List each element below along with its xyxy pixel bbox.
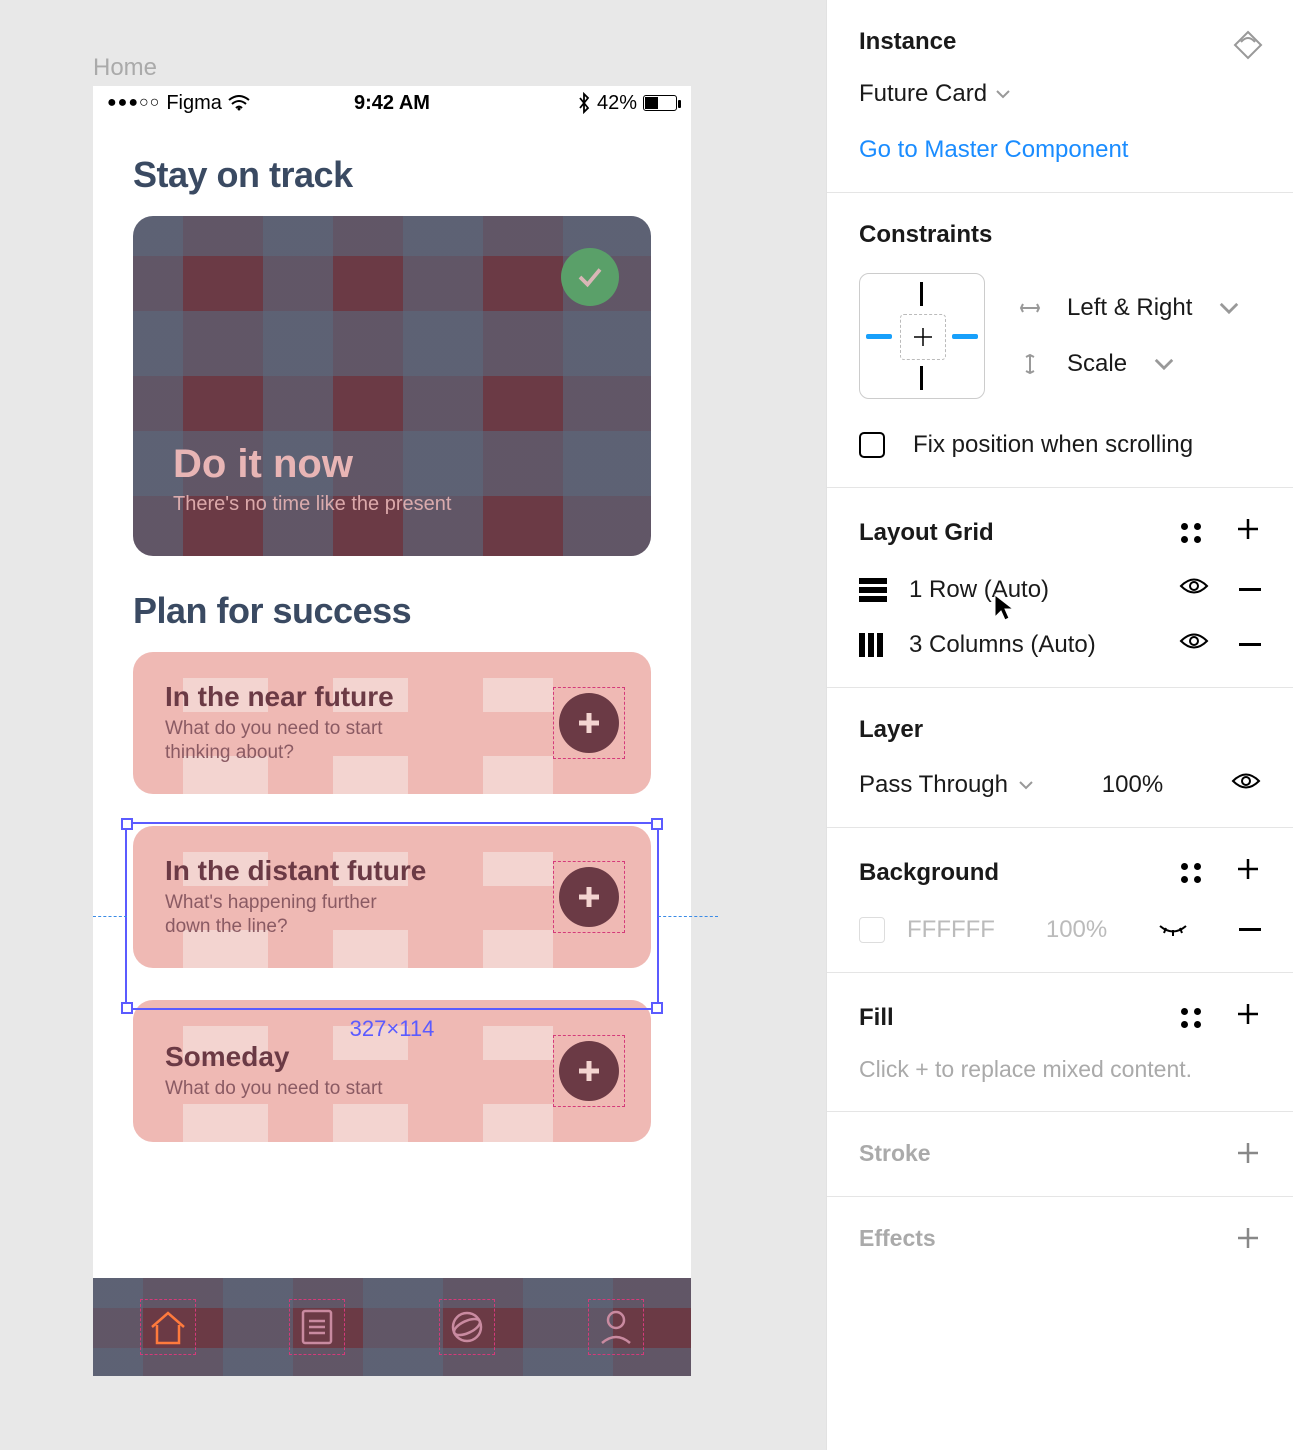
bg-hex[interactable]: FFFFFF (907, 916, 995, 944)
opacity-input[interactable]: 100% (1102, 771, 1163, 799)
layer-section: Layer Pass Through 100% (827, 688, 1293, 828)
battery-pct: 42% (597, 92, 637, 115)
style-icon[interactable] (1181, 863, 1201, 883)
grid-row-item[interactable]: 1 Row (Auto) (859, 575, 1261, 604)
future-headline: In the near future (165, 681, 425, 713)
future-subline: What do you need to start (165, 1077, 383, 1101)
future-card[interactable]: In the distant future What's happening f… (133, 826, 651, 968)
chevron-down-icon (995, 89, 1011, 99)
future-card[interactable]: Someday What do you need to start (133, 1000, 651, 1142)
section-title-now: Stay on track (93, 120, 691, 216)
layout-grid-section: Layout Grid 1 Row (Auto) 3 Columns (Auto… (827, 488, 1293, 688)
instance-label: Instance (859, 28, 1261, 56)
future-subline: What do you need to start thinking about… (165, 717, 425, 765)
horizontal-icon (1019, 297, 1041, 319)
future-subline: What's happening further down the line? (165, 891, 425, 939)
v-constraint-select[interactable]: Scale (1019, 350, 1240, 378)
fill-hint: Click + to replace mixed content. (859, 1056, 1261, 1083)
goto-master-link[interactable]: Go to Master Component (859, 136, 1261, 164)
effects-section: Effects (827, 1197, 1293, 1281)
constraints-section: Constraints Left & Right Scale (827, 193, 1293, 488)
add-background-button[interactable] (1235, 856, 1261, 889)
stroke-section: Stroke (827, 1112, 1293, 1197)
background-label: Background (859, 859, 999, 887)
remove-button[interactable] (1239, 928, 1261, 931)
columns-icon (859, 633, 887, 657)
fill-section: Fill Click + to replace mixed content. (827, 973, 1293, 1112)
style-icon[interactable] (1181, 1008, 1201, 1028)
clock-text: 9:42 AM (354, 92, 430, 115)
smart-guide (658, 916, 718, 917)
visibility-hidden-icon[interactable] (1158, 915, 1188, 944)
style-icon[interactable] (1181, 523, 1201, 543)
tab-list[interactable] (243, 1278, 393, 1376)
grid-col-item[interactable]: 3 Columns (Auto) (859, 630, 1261, 659)
vertical-icon (1019, 353, 1041, 375)
instance-select[interactable]: Future Card (859, 80, 1261, 108)
signal-icon: ●●●○○ (107, 94, 160, 112)
chevron-down-icon (1018, 780, 1034, 790)
rows-icon (859, 578, 887, 602)
visibility-toggle[interactable] (1231, 770, 1261, 799)
future-headline: Someday (165, 1041, 383, 1073)
tab-bar (93, 1278, 691, 1376)
add-effect-button[interactable] (1235, 1225, 1261, 1258)
visibility-toggle[interactable] (1179, 630, 1209, 659)
checkbox-icon (859, 432, 885, 458)
phone-frame[interactable]: ●●●○○ Figma 9:42 AM 42% Stay on track Do… (93, 86, 691, 1376)
remove-button[interactable] (1239, 588, 1261, 591)
canvas-area[interactable]: Home ●●●○○ Figma 9:42 AM 42% Stay on tra… (0, 0, 826, 1450)
add-fill-button[interactable] (1235, 1001, 1261, 1034)
tab-explore[interactable] (392, 1278, 542, 1376)
constraints-widget[interactable] (859, 273, 985, 399)
status-bar: ●●●○○ Figma 9:42 AM 42% (93, 86, 691, 120)
inspector-panel: Instance Future Card Go to Master Compon… (826, 0, 1293, 1450)
now-card[interactable]: Do it now There's no time like the prese… (133, 216, 651, 556)
bg-opacity[interactable]: 100% (1046, 916, 1107, 944)
color-swatch[interactable] (859, 917, 885, 943)
stroke-label: Stroke (859, 1140, 931, 1166)
add-stroke-button[interactable] (1235, 1140, 1261, 1173)
battery-icon (643, 95, 677, 111)
add-grid-button[interactable] (1235, 516, 1261, 549)
tab-profile[interactable] (542, 1278, 692, 1376)
section-title-future: Plan for success (93, 556, 691, 652)
frame-label[interactable]: Home (93, 54, 157, 82)
background-section: Background FFFFFF 100% (827, 828, 1293, 973)
future-list: In the near future What do you need to s… (93, 652, 691, 1142)
now-subline: There's no time like the present (173, 493, 451, 516)
remove-button[interactable] (1239, 643, 1261, 646)
layer-label: Layer (859, 716, 1261, 744)
tab-home[interactable] (93, 1278, 243, 1376)
now-headline: Do it now (173, 442, 451, 487)
future-card[interactable]: In the near future What do you need to s… (133, 652, 651, 794)
reset-instance-icon[interactable] (1231, 28, 1265, 69)
future-headline: In the distant future (165, 855, 426, 887)
instance-section: Instance Future Card Go to Master Compon… (827, 0, 1293, 193)
fill-label: Fill (859, 1004, 894, 1032)
wifi-icon (228, 95, 250, 111)
constraints-label: Constraints (859, 221, 1261, 249)
smart-guide (93, 916, 127, 917)
blend-mode-select[interactable]: Pass Through (859, 771, 1034, 799)
bluetooth-icon (577, 92, 591, 114)
visibility-toggle[interactable] (1179, 575, 1209, 604)
layout-grid-label: Layout Grid (859, 519, 994, 547)
effects-label: Effects (859, 1225, 936, 1251)
fix-position-label: Fix position when scrolling (913, 431, 1193, 459)
h-constraint-select[interactable]: Left & Right (1019, 294, 1240, 322)
carrier-text: Figma (166, 92, 222, 115)
fix-position-checkbox[interactable]: Fix position when scrolling (859, 431, 1261, 459)
chevron-down-icon (1153, 353, 1175, 375)
check-icon[interactable] (561, 248, 619, 306)
instance-name: Future Card (859, 80, 987, 108)
chevron-down-icon (1218, 297, 1240, 319)
